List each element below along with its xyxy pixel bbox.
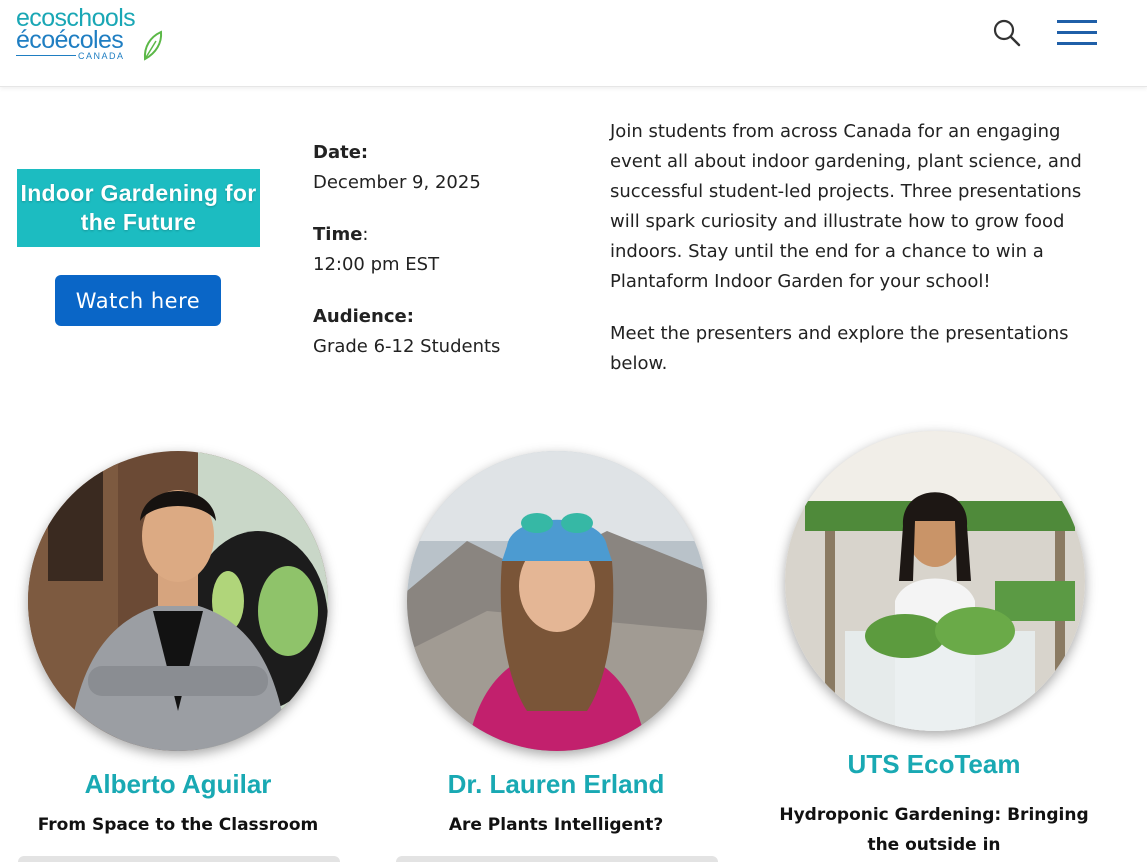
- time-value: 12:00 pm EST: [313, 254, 440, 275]
- presenter-card-bottom: [18, 856, 340, 862]
- presenter-name-alberto: Alberto Aguilar: [84, 769, 272, 799]
- search-button[interactable]: [992, 18, 1022, 48]
- presenter-talk-alberto: From Space to the Classroom: [37, 815, 319, 835]
- watch-here-button[interactable]: Watch here: [55, 275, 221, 326]
- leaf-icon: [143, 30, 163, 61]
- audience-group: Audience: Grade 6-12 Students: [313, 302, 573, 362]
- logo-underline: [16, 55, 76, 56]
- logo-line-2: écoécoles: [16, 26, 124, 54]
- hamburger-menu-icon: [1057, 20, 1097, 45]
- audience-value: Grade 6-12 Students: [313, 336, 501, 357]
- presenter-portrait-image: [407, 451, 707, 751]
- presenter-portrait-image: [28, 451, 328, 751]
- event-description: Join students from across Canada for an …: [610, 117, 1100, 401]
- presenter-photo-uts-ecoteam: [785, 431, 1085, 731]
- presenter-card-bottom: [396, 856, 718, 862]
- logo-line-3: CANADA: [78, 51, 125, 61]
- presenter-photo-lauren: [407, 451, 707, 751]
- date-value: December 9, 2025: [313, 172, 481, 193]
- date-group: Date: December 9, 2025: [313, 138, 573, 198]
- menu-button[interactable]: [1055, 18, 1099, 48]
- presenter-photo-alberto: [28, 451, 328, 751]
- ecoschools-logo[interactable]: ecoschools écoécoles CANADA: [16, 4, 166, 62]
- presenter-talk-lauren: Are Plants Intelligent?: [448, 815, 664, 835]
- time-group: Time: 12:00 pm EST: [313, 220, 573, 280]
- description-paragraph: Join students from across Canada for an …: [610, 121, 1082, 292]
- meet-presenters-text: Meet the presenters and explore the pres…: [610, 323, 1069, 374]
- event-details: Date: December 9, 2025 Time: 12:00 pm ES…: [313, 138, 573, 384]
- date-label: Date:: [313, 142, 369, 163]
- time-colon: :: [362, 224, 369, 245]
- presenter-name-lauren: Dr. Lauren Erland: [447, 769, 665, 799]
- search-icon: [993, 19, 1021, 47]
- presenter-talk-uts-ecoteam: Hydroponic Gardening: Bringing the outsi…: [779, 805, 1089, 855]
- event-title-badge: Indoor Gardening for the Future: [17, 169, 260, 247]
- audience-label: Audience:: [313, 306, 414, 327]
- presenter-portrait-image: [785, 431, 1085, 731]
- presenter-name-uts-ecoteam: UTS EcoTeam: [847, 749, 1021, 779]
- time-label: Time: [313, 224, 363, 245]
- site-header: ecoschools écoécoles CANADA: [0, 0, 1147, 87]
